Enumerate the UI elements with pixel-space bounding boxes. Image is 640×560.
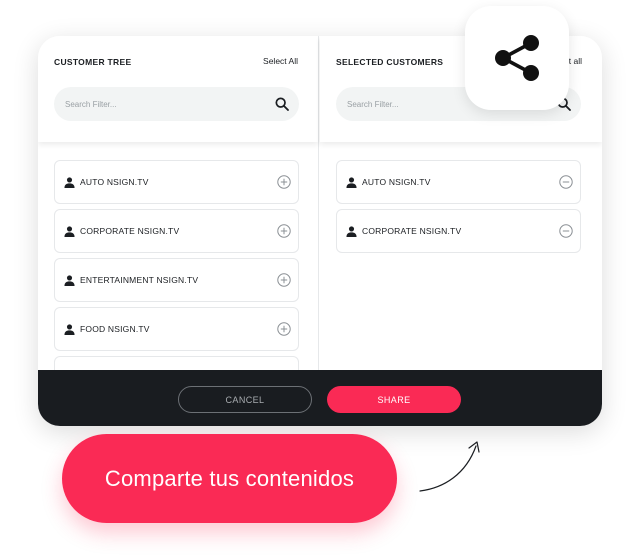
customer-tree-panel: CUSTOMER TREE Select All AUTO NSIGN.TV <box>38 36 319 400</box>
user-icon <box>64 226 75 237</box>
search-icon[interactable] <box>274 96 290 112</box>
user-icon <box>64 275 75 286</box>
list-item[interactable]: AUTO NSIGN.TV <box>336 160 581 204</box>
user-icon <box>64 324 75 335</box>
selected-customers-title: SELECTED CUSTOMERS <box>336 57 444 67</box>
share-badge[interactable] <box>465 6 569 110</box>
list-item[interactable]: ENTERTAINMENT NSIGN.TV <box>54 258 299 302</box>
customer-tree-list: AUTO NSIGN.TV CORPORATE NSIGN.TV ENTERTA… <box>54 160 299 405</box>
list-item[interactable]: FOOD NSIGN.TV <box>54 307 299 351</box>
list-item-label: AUTO NSIGN.TV <box>80 177 149 187</box>
minus-circle-icon[interactable] <box>559 224 573 238</box>
list-item[interactable]: CORPORATE NSIGN.TV <box>336 209 581 253</box>
share-icon[interactable] <box>492 33 542 83</box>
user-icon <box>346 226 357 237</box>
user-icon <box>64 177 75 188</box>
list-item[interactable]: AUTO NSIGN.TV <box>54 160 299 204</box>
cta-banner: Comparte tus contenidos <box>62 434 397 523</box>
list-item-label: AUTO NSIGN.TV <box>362 177 431 187</box>
cancel-button[interactable]: CANCEL <box>178 386 312 413</box>
list-item[interactable]: CORPORATE NSIGN.TV <box>54 209 299 253</box>
share-button[interactable]: SHARE <box>327 386 461 413</box>
list-item-label: CORPORATE NSIGN.TV <box>362 226 462 236</box>
arrow-icon <box>419 441 480 492</box>
plus-circle-icon[interactable] <box>277 322 291 336</box>
customer-tree-header: CUSTOMER TREE Select All <box>38 36 318 142</box>
customer-tree-search[interactable] <box>54 87 299 121</box>
list-item-label: FOOD NSIGN.TV <box>80 324 150 334</box>
plus-circle-icon[interactable] <box>277 175 291 189</box>
plus-circle-icon[interactable] <box>277 273 291 287</box>
minus-circle-icon[interactable] <box>559 175 573 189</box>
user-icon <box>346 177 357 188</box>
list-item-label: ENTERTAINMENT NSIGN.TV <box>80 275 199 285</box>
selected-customers-list: AUTO NSIGN.TV CORPORATE NSIGN.TV <box>336 160 581 258</box>
plus-circle-icon[interactable] <box>277 224 291 238</box>
customer-tree-title: CUSTOMER TREE <box>54 57 132 67</box>
customer-tree-search-input[interactable] <box>65 87 265 121</box>
dialog-footer: CANCEL SHARE <box>38 370 602 426</box>
select-all-button[interactable]: Select All <box>263 56 298 66</box>
list-item-label: CORPORATE NSIGN.TV <box>80 226 180 236</box>
